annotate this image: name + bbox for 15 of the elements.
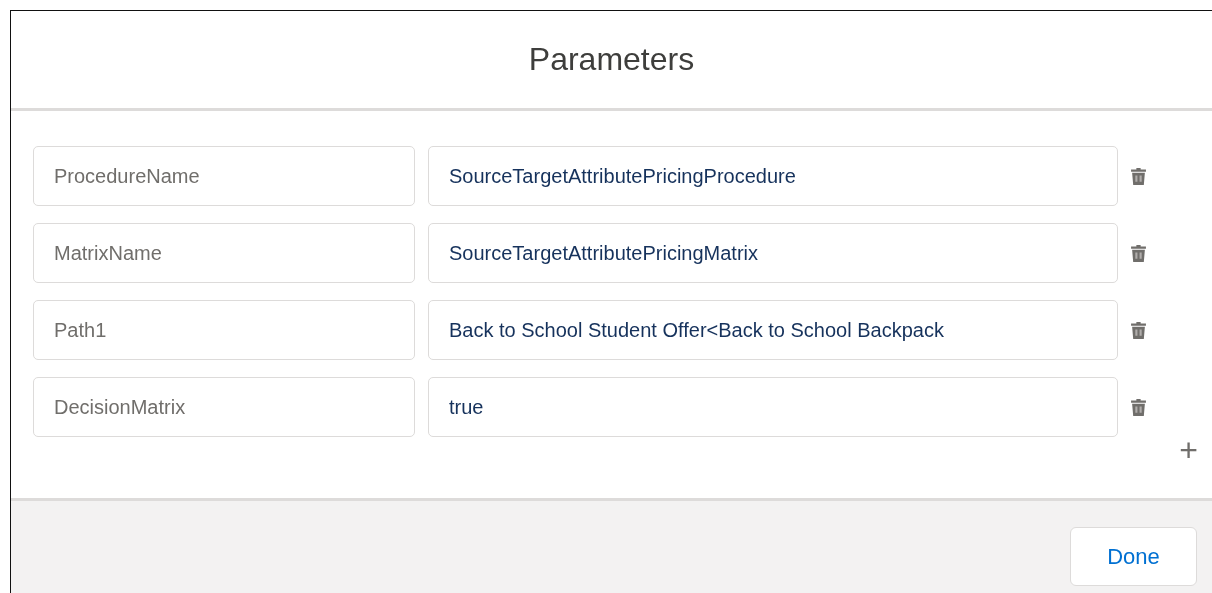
trash-icon[interactable] (1131, 244, 1146, 262)
modal-title: Parameters (528, 41, 695, 78)
value-field[interactable]: SourceTargetAttributePricingProcedure (428, 146, 1118, 206)
value-field[interactable]: true (428, 377, 1118, 437)
trash-icon[interactable] (1131, 398, 1146, 416)
value-field[interactable]: SourceTargetAttributePricingMatrix (428, 223, 1118, 283)
trash-icon[interactable] (1131, 321, 1146, 339)
add-button[interactable]: + (1179, 434, 1198, 466)
key-field[interactable]: MatrixName (33, 223, 415, 283)
trash-icon[interactable] (1131, 167, 1146, 185)
key-field[interactable]: DecisionMatrix (33, 377, 415, 437)
value-field[interactable]: Back to School Student Offer<Back to School Backpack (428, 300, 1118, 360)
key-field[interactable]: Path1 (33, 300, 415, 360)
done-button[interactable]: Done (1070, 527, 1197, 586)
key-field[interactable]: ProcedureName (33, 146, 415, 206)
